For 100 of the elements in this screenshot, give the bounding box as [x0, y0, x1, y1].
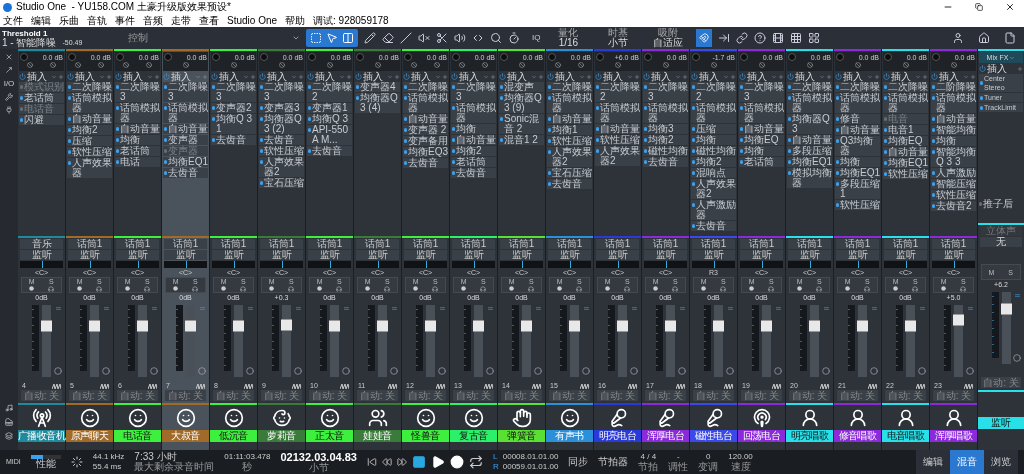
gain-knob[interactable] — [644, 53, 652, 61]
monitor-icon[interactable] — [48, 285, 55, 292]
gain-knob[interactable] — [68, 53, 76, 61]
help-icon[interactable] — [754, 32, 767, 44]
monitor-icon[interactable] — [768, 285, 775, 292]
power-icon[interactable] — [931, 73, 938, 80]
stereo-icon[interactable] — [1013, 354, 1021, 362]
insert-slot[interactable]: 老话筒 — [19, 93, 64, 103]
record-icon[interactable] — [893, 285, 899, 291]
record-icon[interactable] — [269, 285, 275, 291]
send-slot[interactable]: 监听 — [788, 250, 831, 260]
insert-slot[interactable]: 混变声 — [499, 82, 544, 92]
pan-display[interactable] — [596, 261, 639, 268]
add-icon[interactable] — [106, 73, 112, 80]
fader-track[interactable] — [954, 305, 963, 377]
power-icon[interactable] — [835, 73, 842, 80]
add-icon[interactable] — [730, 73, 736, 80]
send-slot[interactable]: 监听 — [548, 250, 591, 260]
record-icon[interactable] — [749, 285, 755, 291]
stereo-icon[interactable] — [246, 367, 254, 375]
phase-icon[interactable] — [75, 62, 82, 68]
channel-name[interactable]: 大叔音 — [162, 430, 209, 442]
send-slot[interactable]: 监听 — [740, 250, 783, 260]
insert-slot[interactable]: 变声器1 — [307, 103, 352, 113]
send-slot[interactable]: 话筒1 — [116, 239, 159, 249]
power-icon[interactable] — [355, 73, 362, 80]
insert-slot[interactable]: 均衡2 — [67, 125, 112, 135]
automation-icon[interactable] — [148, 382, 157, 389]
monitor-icon[interactable] — [528, 285, 535, 292]
insert-slot[interactable]: 变声器2 — [211, 103, 256, 113]
record-icon[interactable] — [941, 285, 947, 291]
menu-item[interactable]: 音轨 — [87, 15, 107, 26]
insert-slot[interactable]: 压缩 — [691, 124, 736, 134]
menu-item[interactable]: 调试: 928059178 — [313, 15, 389, 26]
pan-display[interactable] — [212, 261, 255, 268]
channel-name[interactable]: 低沉音 — [210, 430, 257, 442]
phase-icon[interactable] — [614, 62, 621, 68]
phase-icon[interactable] — [662, 62, 669, 68]
power-icon[interactable] — [67, 73, 74, 80]
grid-icon[interactable] — [790, 32, 803, 44]
channel-name[interactable]: 浑厚电台 — [642, 430, 689, 442]
user-icon[interactable] — [952, 32, 964, 44]
io-toggle[interactable]: I/O — [3, 79, 15, 88]
piano-icon[interactable] — [5, 418, 13, 426]
layout-icon[interactable] — [808, 32, 821, 44]
channel-name[interactable]: 修音唱歌 — [834, 430, 881, 442]
phase-icon[interactable] — [278, 62, 285, 68]
gain-knob[interactable] — [20, 53, 28, 61]
pan-display[interactable] — [548, 261, 591, 268]
layers-icon[interactable] — [5, 432, 13, 440]
insert-slot[interactable]: 均衡Q 3 1 — [211, 114, 256, 134]
insert-slot[interactable]: 均衡 — [115, 135, 160, 145]
plug-icon[interactable] — [5, 106, 13, 114]
send-slot[interactable]: 监听 — [356, 250, 399, 260]
phase-icon[interactable] — [577, 62, 584, 68]
channel-name[interactable]: 电话音 — [114, 430, 161, 442]
add-icon[interactable] — [58, 73, 64, 80]
gain-knob[interactable] — [692, 53, 700, 61]
record-icon[interactable] — [317, 285, 323, 291]
fader-track[interactable] — [522, 305, 531, 377]
mute-tool-icon[interactable] — [418, 32, 430, 44]
insert-slot[interactable]: 变声器4 — [355, 82, 400, 92]
stereo-icon[interactable] — [438, 367, 446, 375]
send-slot[interactable]: 话筒1 — [836, 239, 879, 249]
insert-slot[interactable]: 变声器3 — [259, 103, 304, 113]
follow-icon[interactable] — [718, 32, 731, 44]
insert-slot[interactable]: 老话筒 — [451, 157, 496, 167]
fader-thumb[interactable] — [41, 320, 52, 332]
insert-slot[interactable]: 均衡Q 3 — [307, 114, 352, 124]
fader-track[interactable] — [810, 305, 819, 377]
phase-icon[interactable] — [555, 62, 562, 68]
pan-display[interactable] — [932, 261, 975, 268]
rewind-icon[interactable] — [381, 457, 392, 467]
record-icon[interactable] — [509, 285, 515, 291]
send-slot[interactable]: 话筒1 — [500, 239, 543, 249]
phase-icon[interactable] — [433, 62, 440, 68]
pan-display[interactable] — [20, 261, 63, 268]
send-slot[interactable]: 监听 — [308, 250, 351, 260]
send-slot[interactable]: 话筒1 — [788, 239, 831, 249]
menu-item[interactable]: 音频 — [143, 15, 163, 26]
monitor-icon[interactable] — [576, 285, 583, 292]
fader-track[interactable] — [762, 305, 771, 377]
stop-icon[interactable] — [411, 455, 426, 469]
automation-icon[interactable] — [820, 382, 829, 389]
phase-icon[interactable] — [518, 62, 525, 68]
record-icon[interactable] — [221, 285, 227, 291]
gain-knob[interactable] — [836, 53, 844, 61]
stereo-icon[interactable] — [198, 367, 206, 375]
phase-icon[interactable] — [374, 62, 381, 68]
automation-icon[interactable] — [340, 382, 349, 389]
channel-name[interactable]: 磁性电台 — [690, 430, 737, 442]
add-icon[interactable] — [154, 73, 160, 80]
insert-slot[interactable]: 压缩 — [67, 136, 112, 146]
fader-thumb[interactable] — [425, 320, 436, 332]
gain-knob[interactable] — [308, 53, 316, 61]
send-slot[interactable]: 话筒1 — [68, 239, 111, 249]
insert-slot[interactable]: 均衡 — [691, 135, 736, 145]
insert-slot[interactable]: 均衡 — [835, 157, 880, 167]
record-icon[interactable] — [797, 285, 803, 291]
pan-display[interactable] — [68, 261, 111, 268]
